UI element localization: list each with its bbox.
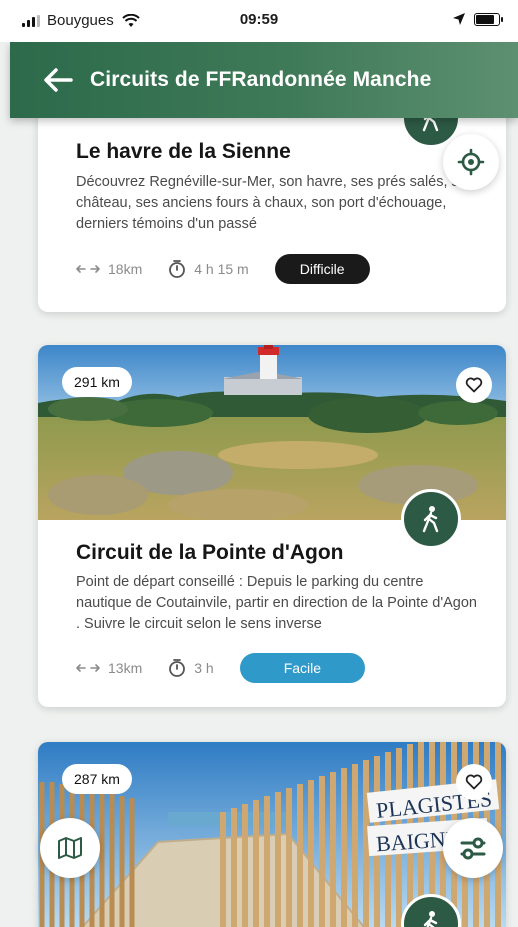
hiker-icon: [423, 911, 438, 927]
distance: 18km: [76, 261, 142, 277]
clock: 09:59: [239, 11, 279, 28]
circuit-description: Découvrez Regnéville-sur-Mer, son havre,…: [76, 174, 475, 232]
heart-icon: [465, 774, 483, 790]
distance-icon: [76, 664, 100, 672]
location-arrow-icon: [453, 13, 465, 25]
favorite-button[interactable]: [456, 764, 492, 800]
circuit-meta: 13km 3 h Facile: [76, 653, 366, 683]
duration-value: 4 h 15 m: [194, 261, 249, 277]
circuit-meta: 18km 4 h 15 m Difficile: [76, 254, 370, 284]
distance-value: 13km: [108, 660, 143, 676]
circuit-card[interactable]: PLAGISTES BAIGNEU 287 km: [38, 742, 506, 927]
distance-value: 18km: [108, 261, 143, 277]
distance-icon: [76, 265, 100, 273]
circuit-card[interactable]: 291 km Circuit de la Pointe d'Agon Point…: [38, 345, 506, 707]
difficulty-badge: Facile: [239, 653, 366, 683]
circuit-title: Le havre de la Sienne: [76, 140, 291, 163]
hiker-icon: [422, 506, 439, 533]
timer-icon: [169, 260, 186, 278]
distance-badge: 291 km: [62, 367, 132, 397]
duration-value: 3 h: [194, 660, 214, 676]
filter-icon: [460, 837, 486, 860]
map-button[interactable]: [40, 818, 100, 878]
distance: 13km: [76, 660, 142, 676]
distance-badge: 287 km: [62, 764, 132, 794]
app-bar: Circuits de FFRandonnée Manche: [10, 42, 518, 118]
back-button[interactable]: [38, 60, 78, 100]
hiker-badge: [401, 489, 461, 549]
page-title: Circuits de FFRandonnée Manche: [90, 68, 432, 91]
back-arrow-icon: [44, 68, 73, 92]
duration: 4 h 15 m: [168, 259, 249, 279]
filter-button[interactable]: [443, 818, 503, 878]
locate-icon: [457, 148, 485, 176]
battery-icon: [474, 12, 503, 26]
circuit-description: Point de départ conseillé : Depuis le pa…: [76, 574, 477, 632]
status-bar: Bouygues 09:59: [0, 0, 518, 42]
map-icon: [58, 837, 82, 859]
duration: 3 h: [168, 658, 214, 678]
difficulty-badge: Difficile: [274, 254, 370, 284]
favorite-button[interactable]: [456, 367, 492, 403]
heart-icon: [465, 377, 483, 393]
locate-button[interactable]: [443, 134, 499, 190]
timer-icon: [169, 659, 186, 677]
circuit-title: Circuit de la Pointe d'Agon: [76, 541, 344, 564]
